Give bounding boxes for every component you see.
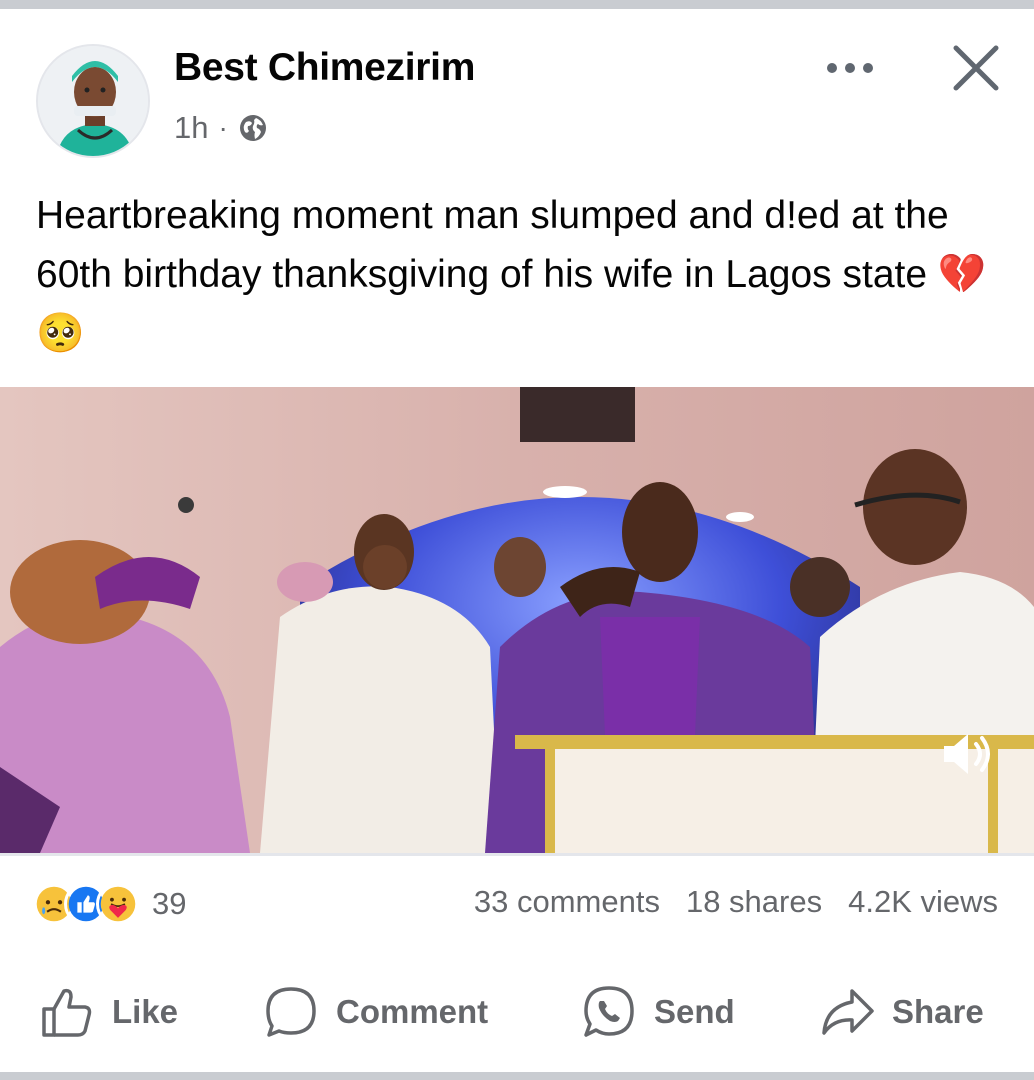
post-video[interactable] [0,387,1034,853]
reactions-count: 39 [152,886,187,921]
comment-icon [266,987,316,1037]
like-button[interactable]: Like [38,980,178,1044]
top-divider [0,0,1034,9]
send-button[interactable]: Send [580,980,735,1044]
whatsapp-icon [584,986,634,1037]
share-arrow-icon [822,989,874,1035]
comment-button[interactable]: Comment [262,980,488,1044]
sound-icon[interactable] [938,726,1000,782]
bottom-divider [0,1072,1034,1080]
thumbs-up-icon [42,988,92,1037]
shares-count[interactable]: 18 shares [686,884,822,920]
like-label: Like [112,993,179,1030]
share-button[interactable]: Share [818,980,984,1044]
video-frame [0,387,1034,853]
send-label: Send [654,993,735,1030]
care-reaction-icon [96,882,140,926]
more-dot [845,63,855,73]
post-time[interactable]: 1h [174,110,208,146]
post-text: Heartbreaking moment man slumped and d!e… [36,194,987,355]
engagement-stats: 33 comments 18 shares 4.2K views [474,884,998,920]
more-options-button[interactable] [818,50,882,86]
more-options-icon [827,63,837,73]
comment-label: Comment [336,993,489,1030]
media-divider [0,853,1034,856]
author-avatar[interactable] [36,44,150,158]
globe-icon [239,115,266,141]
author-name[interactable]: Best Chimezirim [174,46,475,90]
more-dot [863,63,873,73]
share-label: Share [892,993,984,1030]
action-bar: Like Comment Send Share [0,980,1034,1044]
views-count: 4.2K views [848,884,998,919]
close-icon[interactable] [950,42,1002,94]
reactions-summary[interactable]: 39 [32,880,186,928]
meta-separator: · [218,112,228,143]
comments-count[interactable]: 33 comments [474,884,660,920]
post-meta: 1h · [174,110,268,146]
avatar-image [38,46,148,156]
